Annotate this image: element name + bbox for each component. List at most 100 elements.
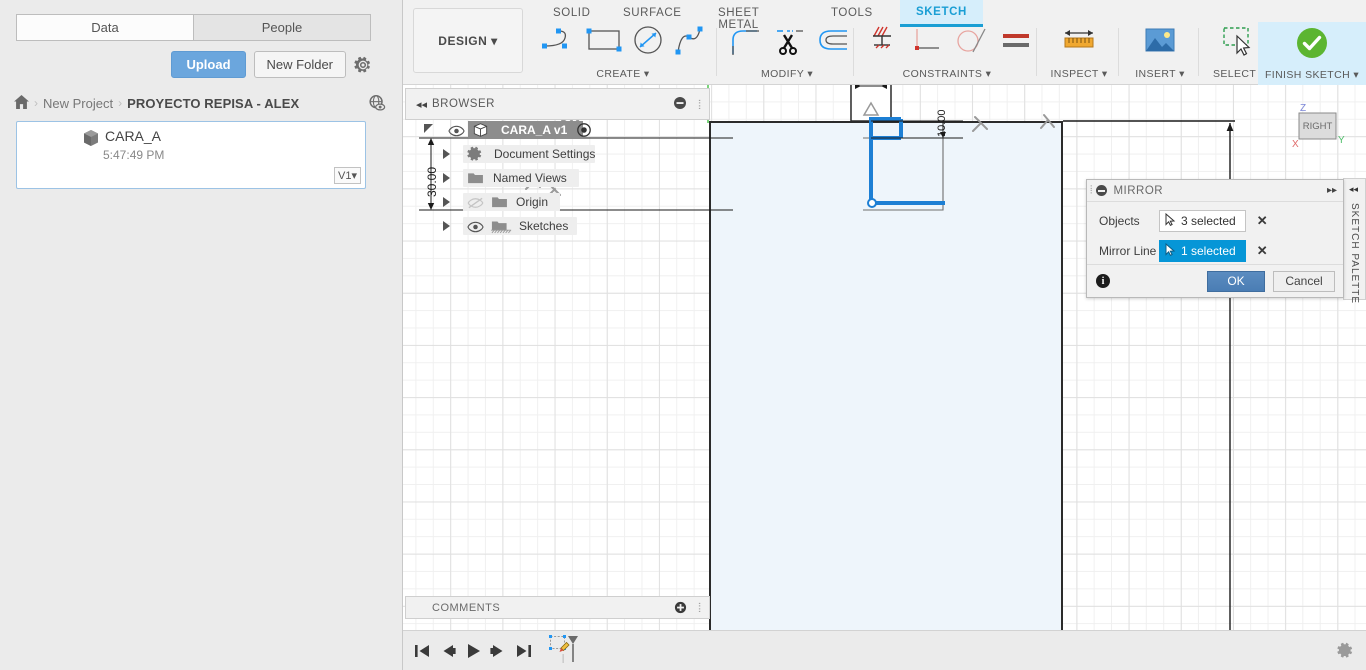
mirror-line-selection[interactable]: 1 selected	[1159, 240, 1246, 262]
expand-triangle-icon[interactable]	[443, 221, 450, 231]
activate-radio-icon[interactable]	[577, 123, 591, 142]
browser-tree: CARA_A v1 Document Settings Named Views	[405, 118, 710, 238]
file-card-time: 5:47:49 PM	[103, 148, 165, 162]
ground-constraint-icon[interactable]	[861, 24, 907, 60]
eye-off-icon[interactable]	[467, 196, 484, 214]
green-check-icon	[1295, 26, 1329, 65]
sketch-feature-icon[interactable]	[548, 633, 578, 667]
modify-label: MODIFY	[760, 68, 805, 80]
insert-image-icon[interactable]	[1137, 24, 1183, 60]
fillet-icon[interactable]	[723, 24, 769, 60]
tree-node-sketches[interactable]: Sketches	[405, 214, 710, 238]
home-icon[interactable]	[14, 94, 29, 112]
tab-data[interactable]: Data	[16, 14, 193, 41]
spline-icon[interactable]	[669, 24, 715, 60]
file-card-cara-a[interactable]: CARA_A 5:47:49 PM V1▾	[16, 121, 366, 189]
expand-triangle-icon[interactable]	[443, 173, 450, 183]
mirror-row-mirror-line: Mirror Line 1 selected ✕	[1087, 236, 1343, 266]
plus-circle-icon[interactable]	[674, 601, 687, 614]
jump-to-start-icon[interactable]	[412, 640, 434, 662]
view-cube[interactable]: Z Y X RIGHT	[1284, 97, 1354, 167]
comments-panel-header[interactable]: COMMENTS ⦙	[405, 596, 710, 619]
constraints-label: CONSTRAINTS	[902, 68, 983, 80]
ribbon-group-modify-label[interactable]: MODIFY ▾	[723, 68, 851, 80]
coincident-icon[interactable]	[905, 24, 951, 60]
ribbon-group-finish-sketch-label[interactable]: FINISH SKETCH ▾	[1258, 69, 1366, 81]
insert-label: INSERT	[1135, 68, 1176, 80]
close-x-icon[interactable]: ✕	[1257, 243, 1268, 259]
play-icon[interactable]	[462, 640, 484, 662]
mirror-dialog[interactable]: ⦙ MIRROR ▸▸ Objects 3 selected ✕ Mirror …	[1086, 179, 1344, 298]
tab-surface[interactable]: SURFACE	[615, 4, 690, 22]
dimension-label-10[interactable]: 10.00	[936, 109, 948, 137]
resize-grip-icon[interactable]: ⦙	[698, 600, 701, 616]
tab-tools[interactable]: TOOLS	[823, 4, 881, 22]
design-workspace-button[interactable]: DESIGN ▾	[413, 8, 523, 73]
tab-people[interactable]: People	[193, 14, 371, 41]
close-x-icon[interactable]: ✕	[1257, 213, 1268, 229]
version-chip[interactable]: V1▾	[334, 167, 361, 184]
step-back-icon[interactable]	[437, 640, 459, 662]
eye-icon[interactable]	[467, 220, 484, 238]
resize-grip-icon[interactable]: ⦙	[698, 97, 701, 113]
mirror-objects-selection[interactable]: 3 selected	[1159, 210, 1246, 232]
trim-scissors-icon[interactable]	[767, 24, 813, 60]
select-cursor-icon	[1165, 212, 1176, 229]
svg-text:RIGHT: RIGHT	[1303, 121, 1333, 132]
ribbon-group-inspect-label[interactable]: INSPECT ▾	[1043, 68, 1115, 80]
breadcrumb-item-current[interactable]: PROYECTO REPISA - ALEX	[127, 96, 299, 111]
folder-icon	[491, 195, 508, 213]
equal-icon[interactable]	[993, 24, 1039, 60]
tree-node-label-cara-a: CARA_A v1	[501, 123, 568, 137]
new-folder-button[interactable]: New Folder	[253, 51, 346, 78]
globe-visibility-icon[interactable]	[368, 94, 386, 112]
breadcrumb-item-new-project[interactable]: New Project	[43, 96, 113, 111]
ribbon-group-modify: MODIFY ▾	[723, 24, 851, 82]
tree-node-cara-a[interactable]: CARA_A v1	[405, 118, 710, 142]
ribbon-group-create-label[interactable]: CREATE ▾	[533, 68, 713, 80]
chevron-down-icon: ▾	[491, 33, 498, 48]
double-chevron-left-icon[interactable]: ◂◂	[416, 98, 427, 111]
ribbon-group-constraints-label[interactable]: CONSTRAINTS ▾	[861, 68, 1033, 80]
select-window-cursor-icon[interactable]	[1215, 24, 1261, 60]
ribbon-group-insert-label[interactable]: INSERT ▾	[1125, 68, 1195, 80]
tree-node-origin[interactable]: Origin	[405, 190, 710, 214]
tree-node-label-document-settings: Document Settings	[494, 147, 596, 161]
cancel-button[interactable]: Cancel	[1273, 270, 1335, 292]
tree-node-document-settings[interactable]: Document Settings	[405, 142, 710, 166]
gear-icon[interactable]	[354, 56, 372, 74]
select-cursor-icon	[1165, 242, 1176, 259]
circle-icon[interactable]	[625, 24, 671, 60]
tangent-icon[interactable]	[949, 24, 995, 60]
comments-title: COMMENTS	[432, 601, 501, 614]
drag-grip-icon[interactable]: ⦙	[1090, 184, 1092, 197]
mirror-dialog-header[interactable]: ⦙ MIRROR ▸▸	[1087, 180, 1343, 202]
breadcrumb-separator-1: ›	[34, 96, 38, 110]
double-chevron-left-icon[interactable]: ◂◂	[1349, 184, 1358, 195]
tab-sketch[interactable]: SKETCH	[900, 0, 983, 27]
eye-icon[interactable]	[448, 124, 465, 142]
gear-icon[interactable]	[1337, 642, 1354, 659]
tab-solid[interactable]: SOLID	[545, 4, 599, 22]
offset-icon[interactable]	[811, 24, 857, 60]
upload-button[interactable]: Upload	[171, 51, 246, 78]
mirror-line-value: 1 selected	[1181, 244, 1236, 258]
expand-triangle-icon[interactable]	[443, 149, 450, 159]
info-icon[interactable]: i	[1096, 274, 1110, 288]
double-chevron-right-icon[interactable]: ▸▸	[1327, 185, 1337, 196]
arc-icon[interactable]	[537, 24, 583, 60]
ok-button[interactable]: OK	[1207, 270, 1265, 292]
minus-circle-icon[interactable]	[1096, 185, 1108, 196]
expand-triangle-icon[interactable]	[443, 197, 450, 207]
collapse-triangle-icon[interactable]	[424, 124, 433, 133]
jump-to-end-icon[interactable]	[512, 640, 534, 662]
minus-circle-icon[interactable]	[673, 96, 687, 110]
step-forward-icon[interactable]	[487, 640, 509, 662]
rectangle-icon[interactable]	[581, 24, 627, 60]
tree-node-label-origin: Origin	[516, 195, 549, 209]
measure-ruler-icon[interactable]	[1056, 24, 1102, 60]
sketch-palette-rail[interactable]: ◂◂ SKETCH PALETTE	[1343, 178, 1366, 304]
finish-sketch-button[interactable]: FINISH SKETCH ▾	[1258, 22, 1366, 85]
tree-node-named-views[interactable]: Named Views	[405, 166, 710, 190]
tree-node-label-named-views: Named Views	[493, 171, 567, 185]
